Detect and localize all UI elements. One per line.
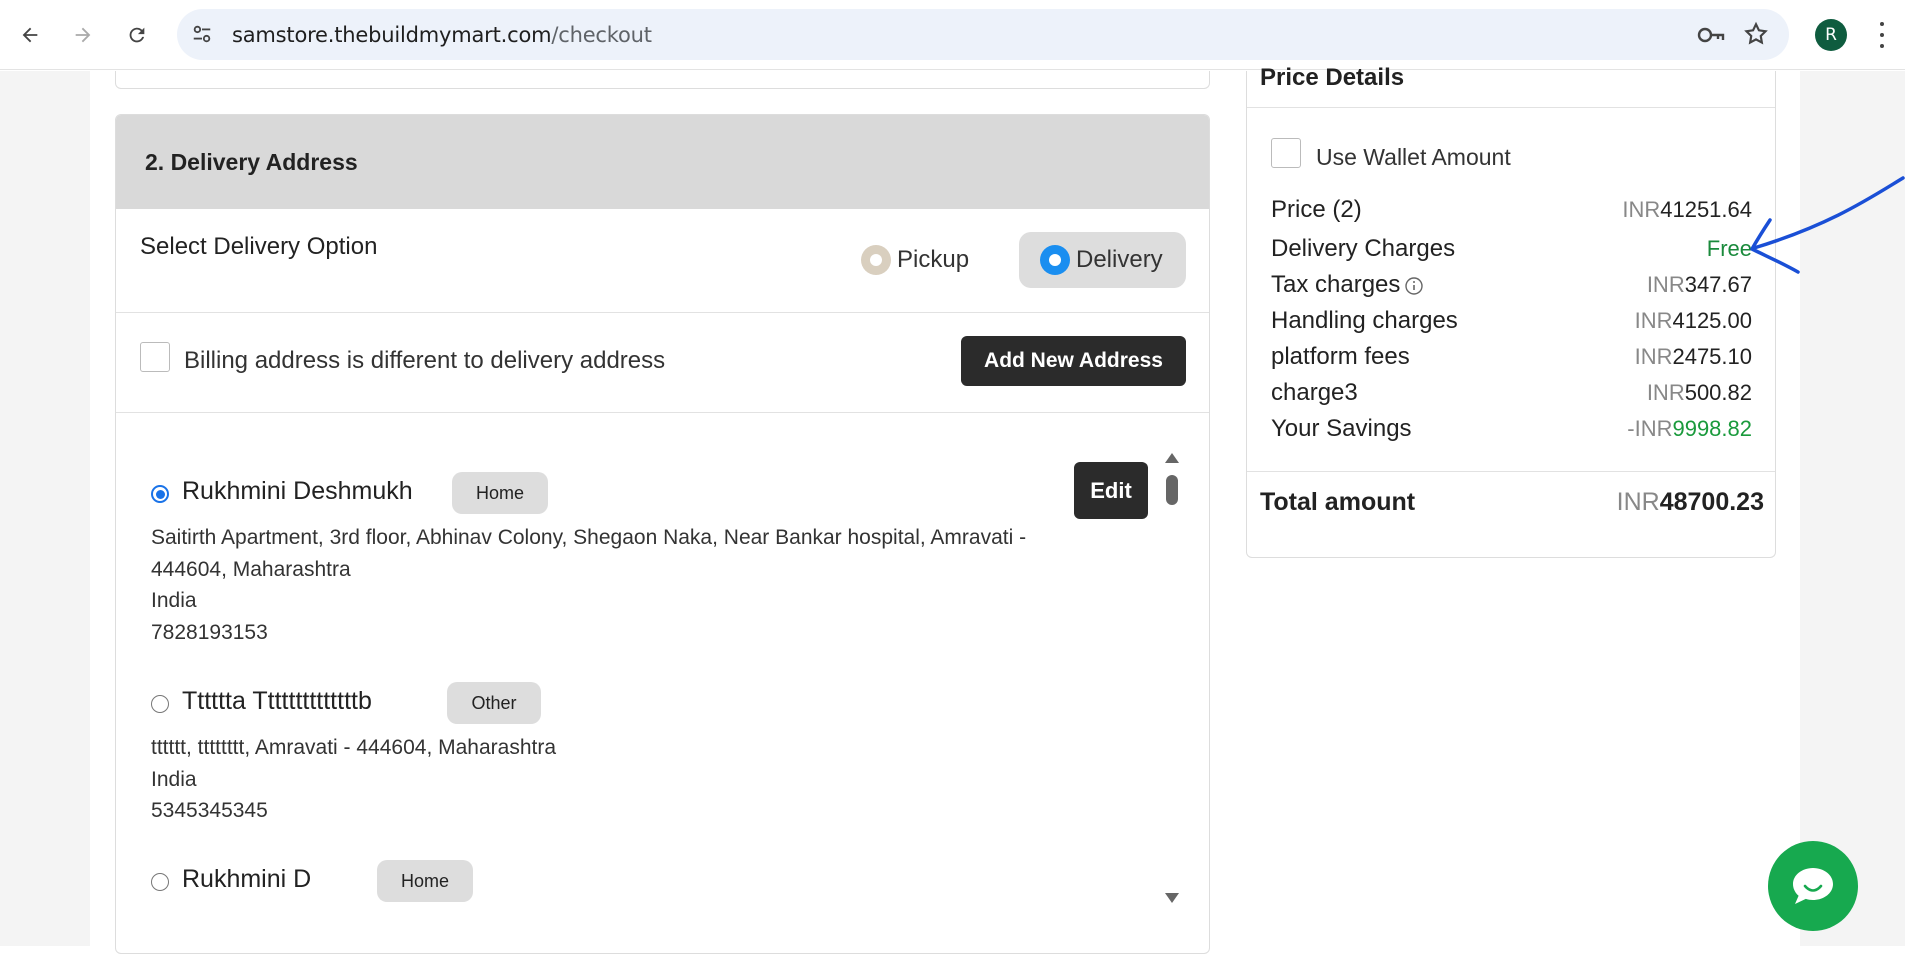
arrow-right-icon xyxy=(75,27,91,43)
scroll-up-icon[interactable] xyxy=(1165,453,1179,463)
billing-row: Billing address is different to delivery… xyxy=(116,313,1209,413)
tax-charges-label: Tax charges xyxy=(1271,271,1424,299)
address-bar[interactable]: samstore.thebuildmymart.com/checkout xyxy=(177,9,1789,60)
address-radio-selected[interactable] xyxy=(151,485,169,503)
profile-avatar[interactable]: R xyxy=(1815,19,1847,51)
platform-fees-value: INR2475.10 xyxy=(1634,344,1752,369)
platform-fees-label: platform fees xyxy=(1271,343,1410,370)
browser-toolbar: samstore.thebuildmymart.com/checkout R xyxy=(0,0,1905,70)
price-details-title: Price Details xyxy=(1260,64,1405,91)
edit-address-button[interactable]: Edit xyxy=(1074,462,1148,519)
address-list: Rukhmini Deshmukh Home Saitirth Apartmen… xyxy=(116,413,1209,913)
address-details: Saitirth Apartment, 3rd floor, Abhinav C… xyxy=(151,522,1151,648)
address-details: tttttt, tttttttt, Amravati - 444604, Mah… xyxy=(151,732,1151,827)
savings-label: Your Savings xyxy=(1271,415,1412,442)
charge3-label: charge3 xyxy=(1271,379,1358,406)
password-key-icon[interactable] xyxy=(1697,22,1725,48)
radio-selected-icon xyxy=(1040,245,1070,275)
address-radio[interactable] xyxy=(151,695,169,713)
handling-charges-label: Handling charges xyxy=(1271,307,1458,334)
more-menu-icon[interactable] xyxy=(1870,18,1894,52)
use-wallet-label: Use Wallet Amount xyxy=(1316,144,1511,170)
address-radio[interactable] xyxy=(151,873,169,891)
annotation-arrow-icon xyxy=(1750,176,1905,274)
url-text[interactable]: samstore.thebuildmymart.com/checkout xyxy=(232,23,652,47)
total-amount-value: INR48700.23 xyxy=(1616,488,1764,516)
handling-charges-value: INR4125.00 xyxy=(1634,308,1752,333)
charge3-value: INR500.82 xyxy=(1646,380,1752,405)
delivery-address-card: 2. Delivery Address Select Delivery Opti… xyxy=(115,114,1210,954)
back-button[interactable] xyxy=(12,17,48,53)
address-country: India xyxy=(151,589,197,612)
pickup-option[interactable]: Pickup xyxy=(861,232,996,288)
tax-charges-value: INR347.67 xyxy=(1646,272,1752,297)
arrow-left-icon xyxy=(22,27,38,43)
reload-button[interactable] xyxy=(119,17,155,53)
section-title: 2. Delivery Address xyxy=(116,115,1209,209)
reload-icon xyxy=(129,27,145,43)
address-phone: 7828193153 xyxy=(151,620,268,644)
address-name: Tttttta Ttttttttttttttb xyxy=(182,687,372,715)
price-details-card: Price Details Use Wallet Amount Price (2… xyxy=(1246,64,1776,558)
delivery-option-row: Select Delivery Option Pickup Delivery xyxy=(116,209,1209,313)
address-tag: Home xyxy=(452,472,548,514)
divider xyxy=(1247,471,1775,472)
use-wallet-checkbox[interactable] xyxy=(1271,138,1301,168)
forward-button[interactable] xyxy=(65,17,101,53)
chat-bubble-icon xyxy=(1793,868,1833,904)
delivery-label: Delivery xyxy=(1076,246,1163,273)
scroll-down-icon[interactable] xyxy=(1165,893,1179,903)
address-country: India xyxy=(151,767,197,791)
address-line1: tttttt, tttttttt, Amravati - 444604, Mah… xyxy=(151,736,557,759)
radio-unselected-icon xyxy=(861,245,891,275)
billing-different-label: Billing address is different to delivery… xyxy=(184,347,666,374)
previous-section-card xyxy=(115,71,1210,89)
address-name: Rukhmini Deshmukh xyxy=(182,477,413,505)
info-icon[interactable] xyxy=(1404,276,1424,296)
chat-widget-button[interactable] xyxy=(1768,841,1858,931)
add-new-address-button[interactable]: Add New Address xyxy=(961,336,1186,386)
billing-different-checkbox[interactable] xyxy=(140,342,170,372)
delivery-option-title: Select Delivery Option xyxy=(140,233,378,260)
address-tag: Other xyxy=(447,682,541,724)
address-line2: 444604, Maharashtra xyxy=(151,557,351,581)
address-phone: 5345345345 xyxy=(151,799,268,822)
address-name: Rukhmini D xyxy=(182,865,312,893)
address-line1: Saitirth Apartment, 3rd floor, Abhinav C… xyxy=(151,526,1027,549)
total-amount-label: Total amount xyxy=(1260,488,1416,516)
price-label: Price (2) xyxy=(1271,196,1362,223)
scroll-thumb[interactable] xyxy=(1166,475,1178,505)
address-list-scrollbar[interactable] xyxy=(1161,453,1183,903)
address-tag: Home xyxy=(377,860,473,902)
bookmark-star-icon[interactable] xyxy=(1743,21,1769,47)
divider xyxy=(1247,107,1775,108)
savings-value: -INR9998.82 xyxy=(1627,416,1752,441)
pickup-label: Pickup xyxy=(897,246,970,273)
delivery-option[interactable]: Delivery xyxy=(1019,232,1186,288)
delivery-charges-label: Delivery Charges xyxy=(1271,235,1456,262)
site-settings-icon[interactable] xyxy=(191,23,213,45)
price-value: INR41251.64 xyxy=(1622,197,1752,222)
